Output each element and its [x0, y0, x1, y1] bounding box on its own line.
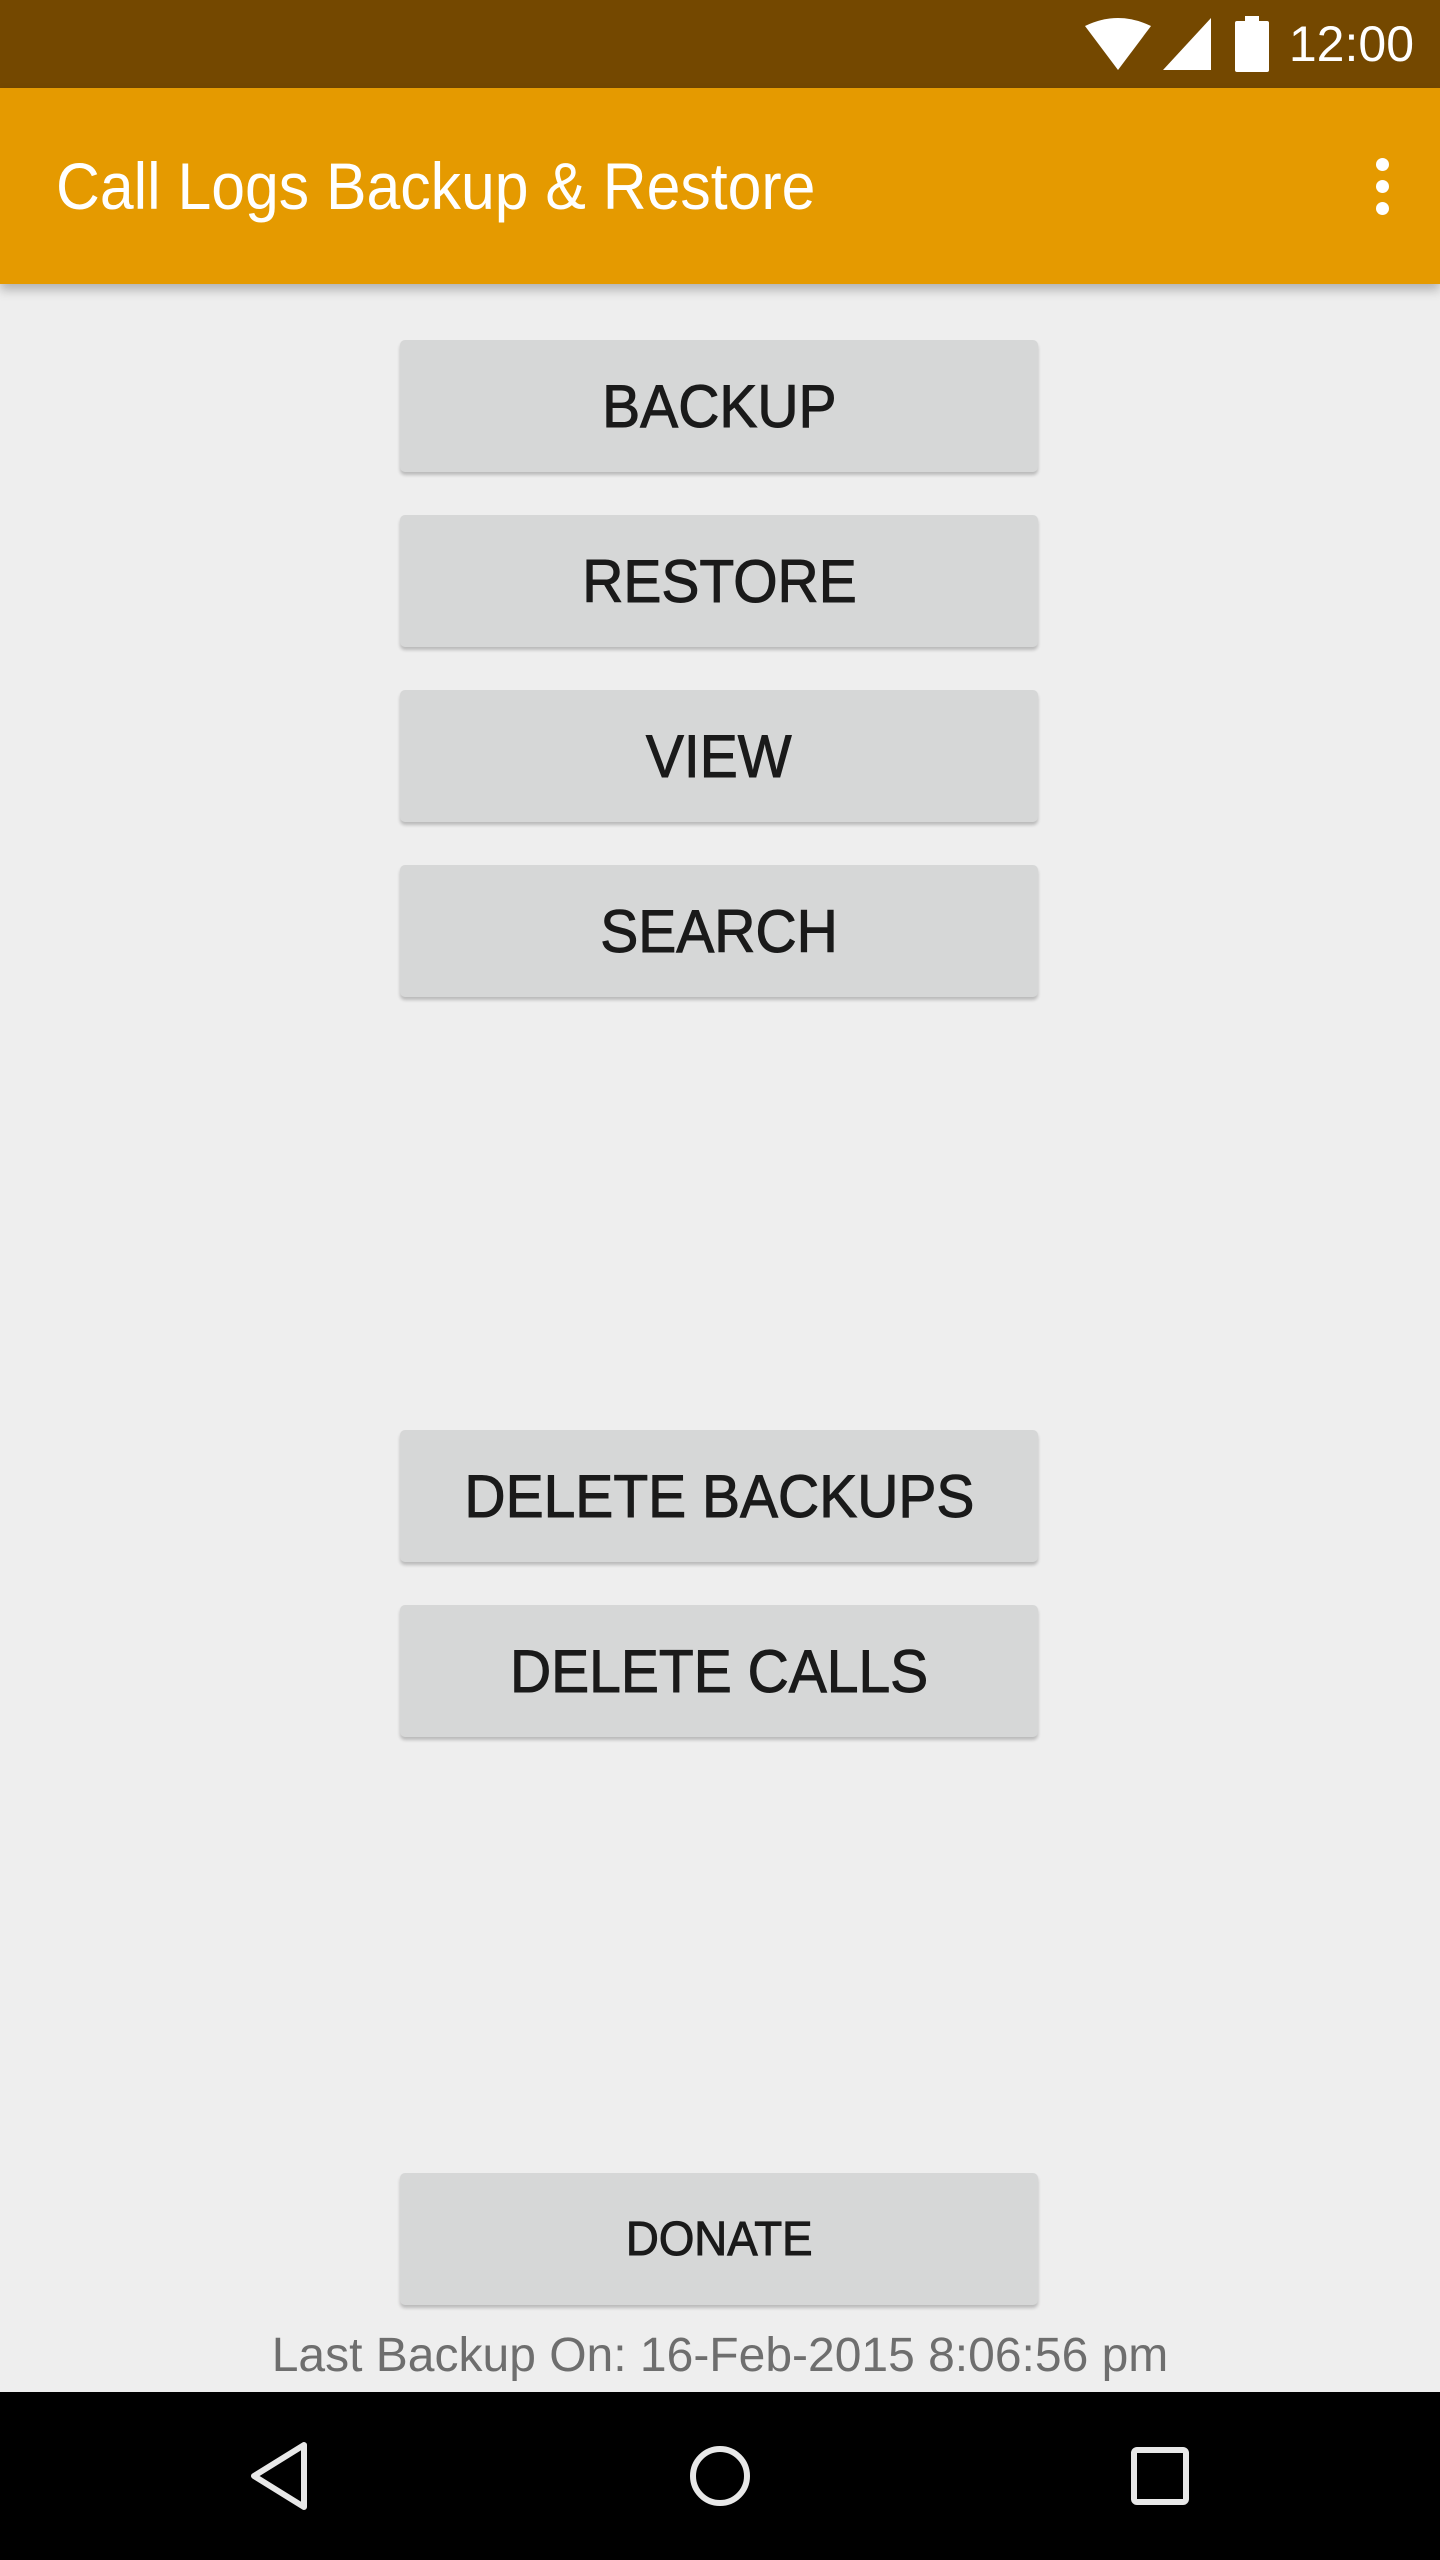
view-button[interactable]: VIEW: [400, 690, 1038, 822]
status-bar: 12:00: [0, 0, 1440, 88]
delete-calls-button-label: DELETE CALLS: [509, 1637, 929, 1705]
back-icon[interactable]: [230, 2426, 330, 2526]
delete-calls-button[interactable]: DELETE CALLS: [400, 1605, 1038, 1737]
donate-button[interactable]: DONATE: [400, 2173, 1038, 2305]
overflow-menu-icon[interactable]: [1346, 150, 1418, 222]
recents-icon[interactable]: [1110, 2426, 1210, 2526]
menu-dot: [1375, 179, 1389, 193]
battery-icon: [1234, 16, 1269, 72]
restore-button-label: RESTORE: [581, 547, 857, 615]
last-backup-text: Last Backup On: 16-Feb-2015 8:06:56 pm: [271, 2329, 1169, 2382]
search-button[interactable]: SEARCH: [400, 865, 1038, 997]
home-icon[interactable]: [670, 2426, 770, 2526]
status-icons: 12:00: [1084, 0, 1414, 88]
search-button-label: SEARCH: [600, 897, 839, 965]
restore-button[interactable]: RESTORE: [400, 515, 1038, 647]
delete-backups-button-label: DELETE BACKUPS: [463, 1462, 975, 1530]
delete-backups-button[interactable]: DELETE BACKUPS: [400, 1430, 1038, 1562]
menu-dot: [1375, 157, 1389, 171]
app-bar: Call Logs Backup & Restore: [0, 88, 1440, 284]
backup-button[interactable]: BACKUP: [400, 340, 1038, 472]
cell-signal-icon: [1162, 18, 1211, 70]
backup-button-label: BACKUP: [601, 372, 837, 440]
navigation-bar: [0, 2392, 1440, 2560]
donate-button-label: DONATE: [625, 2212, 813, 2266]
clock: 12:00: [1288, 16, 1414, 72]
menu-dot: [1375, 201, 1389, 215]
wifi-icon: [1084, 18, 1151, 70]
view-button-label: VIEW: [646, 722, 793, 790]
app-title: Call Logs Backup & Restore: [56, 149, 816, 223]
